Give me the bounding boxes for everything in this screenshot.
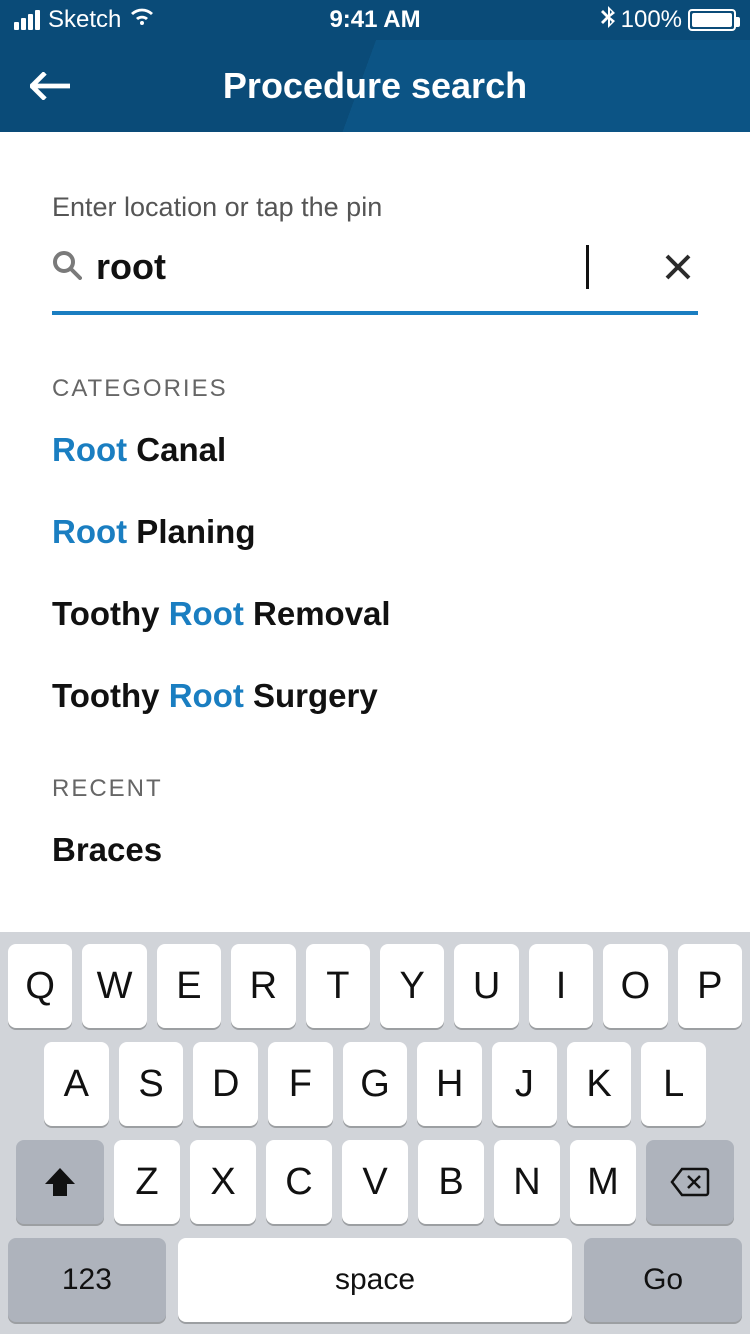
highlight: Root: [169, 677, 244, 714]
category-item[interactable]: Toothy Root Removal: [52, 595, 698, 633]
battery-icon: [688, 9, 736, 31]
highlight: Root: [52, 431, 127, 468]
category-item[interactable]: Root Planing: [52, 513, 698, 551]
result-text: Removal: [244, 595, 391, 632]
keyboard-row-1: Q W E R T Y U I O P: [8, 944, 742, 1028]
search-label: Enter location or tap the pin: [52, 192, 698, 223]
key-shift[interactable]: [16, 1140, 104, 1224]
clear-button[interactable]: [658, 247, 698, 287]
carrier-label: Sketch: [48, 6, 121, 34]
key-backspace[interactable]: [646, 1140, 734, 1224]
key-a[interactable]: A: [44, 1042, 109, 1126]
key-go[interactable]: Go: [584, 1238, 742, 1322]
key-m[interactable]: M: [570, 1140, 636, 1224]
search-input[interactable]: [96, 246, 578, 288]
key-space[interactable]: space: [178, 1238, 572, 1322]
content: Enter location or tap the pin CATEGORIES…: [0, 132, 750, 869]
keyboard: Q W E R T Y U I O P A S D F G H J K L Z …: [0, 932, 750, 1334]
search-row: [52, 235, 698, 315]
nav-header: Procedure search: [0, 40, 750, 132]
key-d[interactable]: D: [193, 1042, 258, 1126]
result-text: Surgery: [244, 677, 378, 714]
result-text: Canal: [127, 431, 226, 468]
key-j[interactable]: J: [492, 1042, 557, 1126]
bluetooth-icon: [601, 6, 615, 35]
back-button[interactable]: [30, 66, 70, 106]
status-time: 9:41 AM: [329, 6, 420, 34]
key-h[interactable]: H: [417, 1042, 482, 1126]
status-right: 100%: [421, 6, 736, 35]
key-y[interactable]: Y: [380, 944, 444, 1028]
key-t[interactable]: T: [306, 944, 370, 1028]
page-title: Procedure search: [0, 65, 750, 107]
highlight: Root: [169, 595, 244, 632]
key-c[interactable]: C: [266, 1140, 332, 1224]
result-text: Braces: [52, 831, 162, 868]
keyboard-row-3: Z X C V B N M: [8, 1140, 742, 1224]
key-l[interactable]: L: [641, 1042, 706, 1126]
key-r[interactable]: R: [231, 944, 295, 1028]
status-bar: Sketch 9:41 AM 100%: [0, 0, 750, 40]
recent-item[interactable]: Braces: [52, 831, 698, 869]
key-k[interactable]: K: [567, 1042, 632, 1126]
key-f[interactable]: F: [268, 1042, 333, 1126]
result-text: Toothy: [52, 595, 169, 632]
key-g[interactable]: G: [343, 1042, 408, 1126]
key-b[interactable]: B: [418, 1140, 484, 1224]
key-s[interactable]: S: [119, 1042, 184, 1126]
key-123[interactable]: 123: [8, 1238, 166, 1322]
keyboard-row-4: 123 space Go: [8, 1238, 742, 1322]
key-i[interactable]: I: [529, 944, 593, 1028]
categories-header: CATEGORIES: [52, 375, 698, 403]
key-v[interactable]: V: [342, 1140, 408, 1224]
highlight: Root: [52, 513, 127, 550]
search-icon: [52, 250, 82, 285]
key-w[interactable]: W: [82, 944, 146, 1028]
key-e[interactable]: E: [157, 944, 221, 1028]
key-n[interactable]: N: [494, 1140, 560, 1224]
key-p[interactable]: P: [678, 944, 742, 1028]
key-q[interactable]: Q: [8, 944, 72, 1028]
status-left: Sketch: [14, 6, 329, 34]
keyboard-row-2: A S D F G H J K L: [8, 1042, 742, 1126]
recent-header: RECENT: [52, 775, 698, 803]
key-z[interactable]: Z: [114, 1140, 180, 1224]
key-o[interactable]: O: [603, 944, 667, 1028]
key-u[interactable]: U: [454, 944, 518, 1028]
result-text: Toothy: [52, 677, 169, 714]
battery-pct: 100%: [621, 6, 682, 34]
wifi-icon: [129, 6, 155, 34]
category-item[interactable]: Root Canal: [52, 431, 698, 469]
key-x[interactable]: X: [190, 1140, 256, 1224]
category-item[interactable]: Toothy Root Surgery: [52, 677, 698, 715]
result-text: Planing: [127, 513, 255, 550]
signal-icon: [14, 10, 40, 30]
text-cursor: [586, 245, 589, 289]
